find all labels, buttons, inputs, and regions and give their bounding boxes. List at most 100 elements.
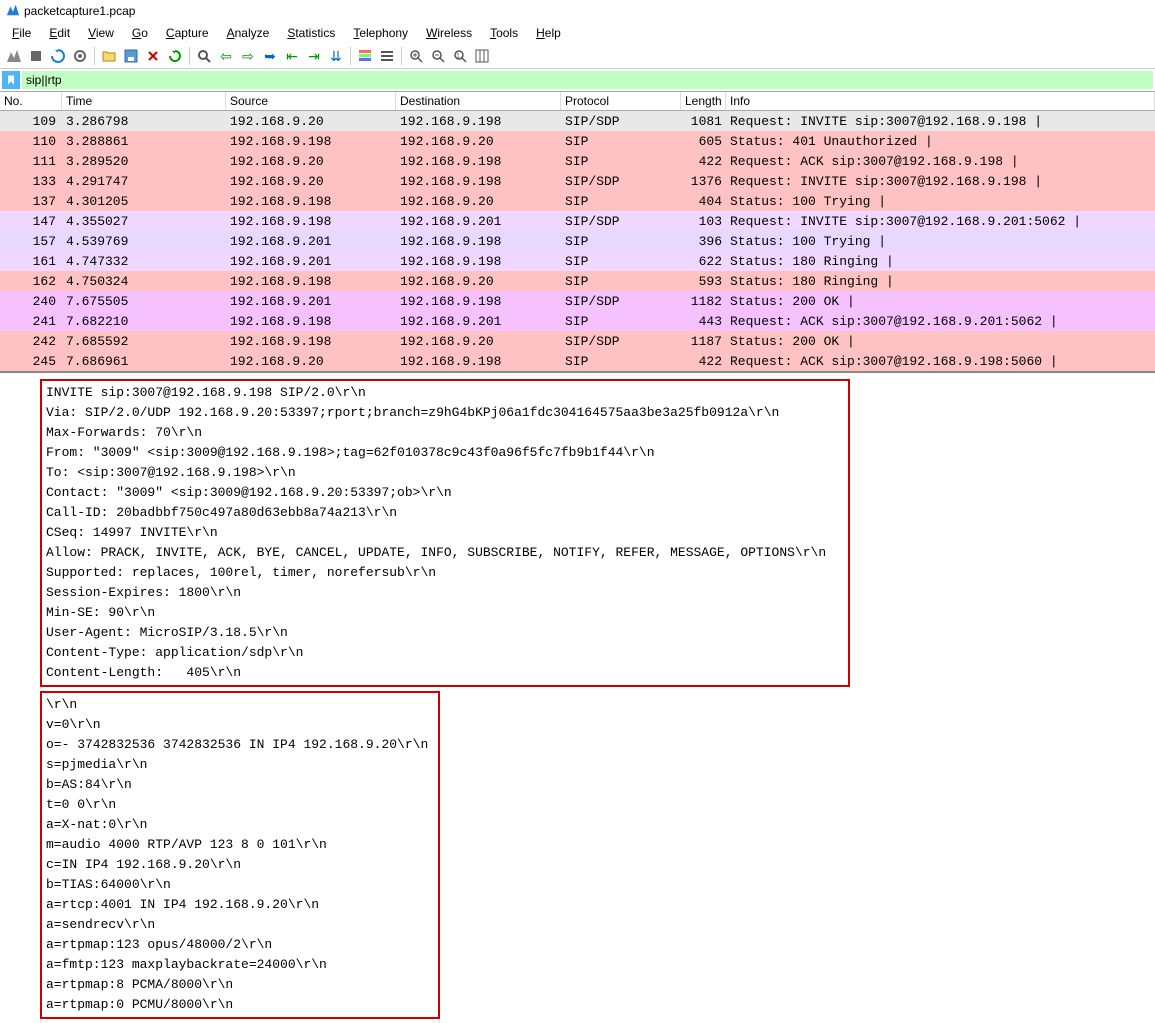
sdp-line[interactable]: s=pjmedia\r\n: [46, 755, 434, 775]
col-header-time[interactable]: Time: [62, 92, 226, 110]
stop-capture-icon[interactable]: [26, 46, 46, 66]
go-first-icon[interactable]: ⇤: [282, 46, 302, 66]
capture-options-icon[interactable]: [70, 46, 90, 66]
menu-capture[interactable]: Capture: [158, 24, 217, 42]
menu-go[interactable]: Go: [124, 24, 156, 42]
reload-file-icon[interactable]: [165, 46, 185, 66]
sip-header-line[interactable]: Session-Expires: 1800\r\n: [46, 583, 844, 603]
menu-view[interactable]: View: [80, 24, 122, 42]
col-header-no[interactable]: No.: [0, 92, 62, 110]
sip-header-line[interactable]: User-Agent: MicroSIP/3.18.5\r\n: [46, 623, 844, 643]
cell-no: 162: [0, 274, 62, 289]
go-to-packet-icon[interactable]: ➥: [260, 46, 280, 66]
start-capture-icon[interactable]: [4, 46, 24, 66]
find-packet-icon[interactable]: [194, 46, 214, 66]
close-file-icon[interactable]: [143, 46, 163, 66]
cell-proto: SIP: [561, 154, 681, 169]
auto-scroll-icon[interactable]: ⇊: [326, 46, 346, 66]
sdp-line[interactable]: b=AS:84\r\n: [46, 775, 434, 795]
col-header-info[interactable]: Info: [726, 92, 1155, 110]
col-header-source[interactable]: Source: [226, 92, 396, 110]
sip-header-line[interactable]: INVITE sip:3007@192.168.9.198 SIP/2.0\r\…: [46, 383, 844, 403]
sip-header-line[interactable]: Min-SE: 90\r\n: [46, 603, 844, 623]
packet-list[interactable]: 1093.286798192.168.9.20192.168.9.198SIP/…: [0, 111, 1155, 371]
sdp-line[interactable]: m=audio 4000 RTP/AVP 123 8 0 101\r\n: [46, 835, 434, 855]
sip-header-line[interactable]: Content-Type: application/sdp\r\n: [46, 643, 844, 663]
sip-header-line[interactable]: Contact: "3009" <sip:3009@192.168.9.20:5…: [46, 483, 844, 503]
sip-header-line[interactable]: CSeq: 14997 INVITE\r\n: [46, 523, 844, 543]
sdp-line[interactable]: v=0\r\n: [46, 715, 434, 735]
save-file-icon[interactable]: [121, 46, 141, 66]
menu-edit[interactable]: Edit: [41, 24, 78, 42]
packet-row[interactable]: 2427.685592192.168.9.198192.168.9.20SIP/…: [0, 331, 1155, 351]
packet-row[interactable]: 1624.750324192.168.9.198192.168.9.20SIP5…: [0, 271, 1155, 291]
sdp-line[interactable]: a=rtpmap:0 PCMU/8000\r\n: [46, 995, 434, 1015]
packet-row[interactable]: 1093.286798192.168.9.20192.168.9.198SIP/…: [0, 111, 1155, 131]
zoom-reset-icon[interactable]: 1: [450, 46, 470, 66]
packet-row[interactable]: 2457.686961192.168.9.20192.168.9.198SIP4…: [0, 351, 1155, 371]
sdp-line[interactable]: a=sendrecv\r\n: [46, 915, 434, 935]
menu-statistics[interactable]: Statistics: [279, 24, 343, 42]
zoom-in-icon[interactable]: [406, 46, 426, 66]
sip-header-line[interactable]: From: "3009" <sip:3009@192.168.9.198>;ta…: [46, 443, 844, 463]
packet-row[interactable]: 1474.355027192.168.9.198192.168.9.201SIP…: [0, 211, 1155, 231]
colorize-icon[interactable]: [355, 46, 375, 66]
sip-header-line[interactable]: Supported: replaces, 100rel, timer, nore…: [46, 563, 844, 583]
sdp-line[interactable]: o=- 3742832536 3742832536 IN IP4 192.168…: [46, 735, 434, 755]
packet-row[interactable]: 1614.747332192.168.9.201192.168.9.198SIP…: [0, 251, 1155, 271]
menu-telephony[interactable]: Telephony: [345, 24, 416, 42]
auto-scroll-live-icon[interactable]: [377, 46, 397, 66]
col-header-destination[interactable]: Destination: [396, 92, 561, 110]
sip-header-line[interactable]: Via: SIP/2.0/UDP 192.168.9.20:53397;rpor…: [46, 403, 844, 423]
sip-header-line[interactable]: Allow: PRACK, INVITE, ACK, BYE, CANCEL, …: [46, 543, 844, 563]
zoom-out-icon[interactable]: [428, 46, 448, 66]
packet-row[interactable]: 1574.539769192.168.9.201192.168.9.198SIP…: [0, 231, 1155, 251]
sdp-line[interactable]: a=fmtp:123 maxplaybackrate=24000\r\n: [46, 955, 434, 975]
resize-columns-icon[interactable]: [472, 46, 492, 66]
sip-header-line[interactable]: To: <sip:3007@192.168.9.198>\r\n: [46, 463, 844, 483]
cell-info: Status: 100 Trying |: [726, 234, 1155, 249]
sdp-line[interactable]: a=rtpmap:123 opus/48000/2\r\n: [46, 935, 434, 955]
menu-wireless[interactable]: Wireless: [418, 24, 480, 42]
packet-row[interactable]: 1103.288861192.168.9.198192.168.9.20SIP6…: [0, 131, 1155, 151]
cell-len: 1187: [681, 334, 726, 349]
packet-row[interactable]: 1334.291747192.168.9.20192.168.9.198SIP/…: [0, 171, 1155, 191]
sdp-line[interactable]: t=0 0\r\n: [46, 795, 434, 815]
menu-analyze[interactable]: Analyze: [219, 24, 278, 42]
cell-info: Request: INVITE sip:3007@192.168.9.201:5…: [726, 214, 1155, 229]
sdp-line[interactable]: a=rtpmap:8 PCMA/8000\r\n: [46, 975, 434, 995]
sdp-line[interactable]: \r\n: [46, 695, 434, 715]
packet-row[interactable]: 1374.301205192.168.9.198192.168.9.20SIP4…: [0, 191, 1155, 211]
open-file-icon[interactable]: [99, 46, 119, 66]
cell-len: 422: [681, 154, 726, 169]
sdp-line[interactable]: a=X-nat:0\r\n: [46, 815, 434, 835]
cell-proto: SIP: [561, 134, 681, 149]
packet-row[interactable]: 2417.682210192.168.9.198192.168.9.201SIP…: [0, 311, 1155, 331]
go-forward-icon[interactable]: ⇨: [238, 46, 258, 66]
sdp-line[interactable]: a=rtcp:4001 IN IP4 192.168.9.20\r\n: [46, 895, 434, 915]
menu-help[interactable]: Help: [528, 24, 569, 42]
menu-file[interactable]: File: [4, 24, 39, 42]
separator: [94, 47, 95, 65]
packet-details-pane[interactable]: INVITE sip:3007@192.168.9.198 SIP/2.0\r\…: [0, 371, 1155, 1023]
sip-header-line[interactable]: Max-Forwards: 70\r\n: [46, 423, 844, 443]
bookmark-filter-icon[interactable]: [2, 71, 20, 89]
cell-src: 192.168.9.201: [226, 234, 396, 249]
cell-info: Request: INVITE sip:3007@192.168.9.198 |: [726, 114, 1155, 129]
sdp-line[interactable]: c=IN IP4 192.168.9.20\r\n: [46, 855, 434, 875]
col-header-protocol[interactable]: Protocol: [561, 92, 681, 110]
sip-header-line[interactable]: Content-Length: 405\r\n: [46, 663, 844, 683]
go-last-icon[interactable]: ⇥: [304, 46, 324, 66]
cell-info: Status: 401 Unauthorized |: [726, 134, 1155, 149]
display-filter-input[interactable]: [22, 71, 1153, 89]
cell-info: Status: 200 OK |: [726, 334, 1155, 349]
col-header-length[interactable]: Length: [681, 92, 726, 110]
menu-tools[interactable]: Tools: [482, 24, 526, 42]
packet-row[interactable]: 2407.675505192.168.9.201192.168.9.198SIP…: [0, 291, 1155, 311]
sdp-line[interactable]: b=TIAS:64000\r\n: [46, 875, 434, 895]
restart-capture-icon[interactable]: [48, 46, 68, 66]
packet-row[interactable]: 1113.289520192.168.9.20192.168.9.198SIP4…: [0, 151, 1155, 171]
sip-header-line[interactable]: Call-ID: 20badbbf750c497a80d63ebb8a74a21…: [46, 503, 844, 523]
cell-proto: SIP/SDP: [561, 334, 681, 349]
go-back-icon[interactable]: ⇦: [216, 46, 236, 66]
